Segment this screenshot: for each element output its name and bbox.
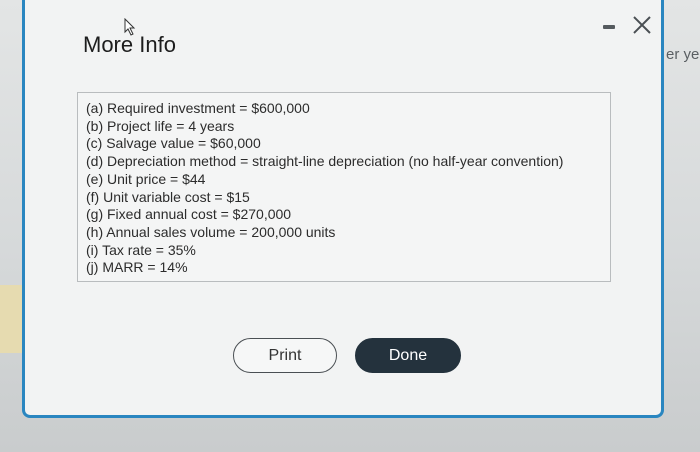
info-item-fixed-annual-cost: (g) Fixed annual cost = $270,000 [86,206,292,223]
print-button[interactable]: Print [233,338,337,373]
close-button[interactable] [629,12,655,38]
more-info-dialog: More Info (a) Required investment = $600… [22,0,664,418]
info-item-unit-price: (e) Unit price = $44 [86,170,206,187]
info-item-salvage-value: (c) Salvage value = $60,000 [86,135,261,152]
info-item-project-life: (b) Project life = 4 years [86,117,235,134]
minimize-button[interactable] [599,14,621,36]
mouse-cursor-icon [124,18,136,36]
info-item-unit-variable-cost: (f) Unit variable cost = $15 [86,188,250,205]
close-icon [633,16,651,34]
info-item-marr: (j) MARR = 14% [86,259,188,276]
done-button[interactable]: Done [355,338,461,373]
background-partial-text: er ye [666,46,700,63]
info-item-tax-rate: (i) Tax rate = 35% [86,241,196,258]
background-highlight [0,285,22,353]
info-item-depreciation-method: (d) Depreciation method = straight-line … [86,153,564,170]
info-list: (a) Required investment = $600,000 (b) P… [77,92,611,282]
info-item-required-investment: (a) Required investment = $600,000 [86,100,310,116]
minimize-icon [603,25,615,29]
info-item-annual-sales-volume: (h) Annual sales volume = 200,000 units [86,223,336,240]
